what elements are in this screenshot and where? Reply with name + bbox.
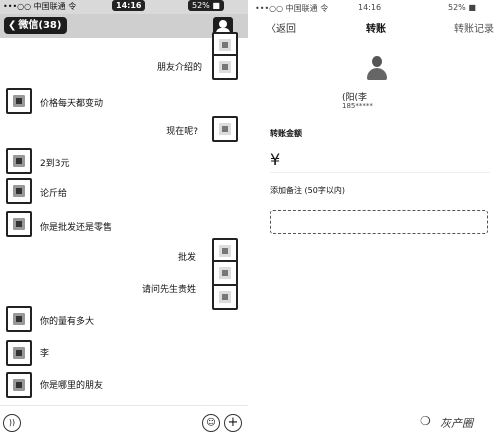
message-bubble[interactable]: 朋友介绍的	[157, 60, 202, 73]
watermark-text: 灰产圈	[440, 417, 473, 430]
chat-input-bar: )) ☺ +	[0, 405, 248, 443]
my-avatar[interactable]	[212, 116, 238, 142]
message-bubble[interactable]: 你是哪里的朋友	[40, 378, 103, 391]
payee-avatar-icon	[366, 56, 388, 82]
message-bubble[interactable]: 李	[40, 346, 49, 359]
contact-avatar[interactable]	[6, 178, 32, 204]
chat-bubble-icon: ❍	[420, 414, 431, 428]
battery-indicator: 52% ■	[448, 3, 476, 12]
contact-avatar[interactable]	[6, 372, 32, 398]
message-bubble[interactable]: 论斤给	[40, 186, 67, 199]
amount-input[interactable]	[270, 172, 490, 173]
message-bubble[interactable]: 2到3元	[40, 156, 69, 169]
chevron-left-icon: ❮	[8, 20, 17, 31]
message-bubble[interactable]: 请问先生贵姓	[142, 282, 196, 295]
contact-avatar[interactable]	[6, 306, 32, 332]
transfer-screen: •••○○ 中国联通 令 14:16 52% ■ 〈返回 转账 转账记录 (阳(…	[252, 0, 500, 443]
currency-symbol: ¥	[270, 150, 281, 169]
battery-indicator: 52% ■	[188, 0, 224, 11]
my-avatar[interactable]	[212, 54, 238, 80]
carrier-signal: •••○○ 中国联通 令	[255, 4, 329, 13]
status-bar: •••○○ 中国联通 令 14:16 52% ■	[0, 0, 248, 14]
status-time: 14:16	[358, 3, 382, 12]
back-label: 微信(38)	[18, 20, 62, 31]
emoji-icon[interactable]: ☺	[202, 414, 220, 432]
contact-avatar[interactable]	[6, 340, 32, 366]
message-bubble[interactable]: 你是批发还是零售	[40, 220, 112, 233]
wechat-chat-screen: •••○○ 中国联通 令 14:16 52% ■ ❮ 微信(38) 朋友介绍的 价…	[0, 0, 248, 443]
message-bubble[interactable]: 现在呢?	[166, 124, 198, 137]
amount-label: 转账金额	[270, 129, 302, 138]
carrier-signal: •••○○ 中国联通 令	[3, 2, 77, 11]
chat-message-list[interactable]: 朋友介绍的 价格每天都变动 现在呢? 2到3元 论斤给 你是批发还是零售 批发 …	[0, 32, 248, 405]
status-time: 14:16	[112, 0, 146, 11]
my-avatar[interactable]	[212, 284, 238, 310]
contact-avatar[interactable]	[6, 211, 32, 237]
transfer-nav-bar: 〈返回 转账 转账记录	[252, 14, 500, 38]
status-bar: •••○○ 中国联通 令 14:16 52% ■	[252, 0, 500, 14]
payee-phone: 185*****	[342, 102, 373, 110]
plus-icon[interactable]: +	[224, 414, 242, 432]
back-button[interactable]: ❮ 微信(38)	[4, 17, 68, 34]
note-label[interactable]: 添加备注 (50字以内)	[270, 185, 345, 196]
chat-nav-bar: ❮ 微信(38)	[0, 14, 248, 38]
message-bubble[interactable]: 批发	[178, 250, 196, 263]
contact-avatar[interactable]	[6, 88, 32, 114]
transfer-records-button[interactable]: 转账记录	[454, 20, 494, 35]
message-bubble[interactable]: 你的量有多大	[40, 314, 94, 327]
message-bubble[interactable]: 价格每天都变动	[40, 96, 103, 109]
watermark: ❍ 灰产圈	[412, 410, 498, 432]
note-input[interactable]	[270, 210, 488, 234]
contact-avatar[interactable]	[6, 148, 32, 174]
voice-icon[interactable]: ))	[3, 414, 21, 432]
my-avatar[interactable]	[212, 260, 238, 286]
